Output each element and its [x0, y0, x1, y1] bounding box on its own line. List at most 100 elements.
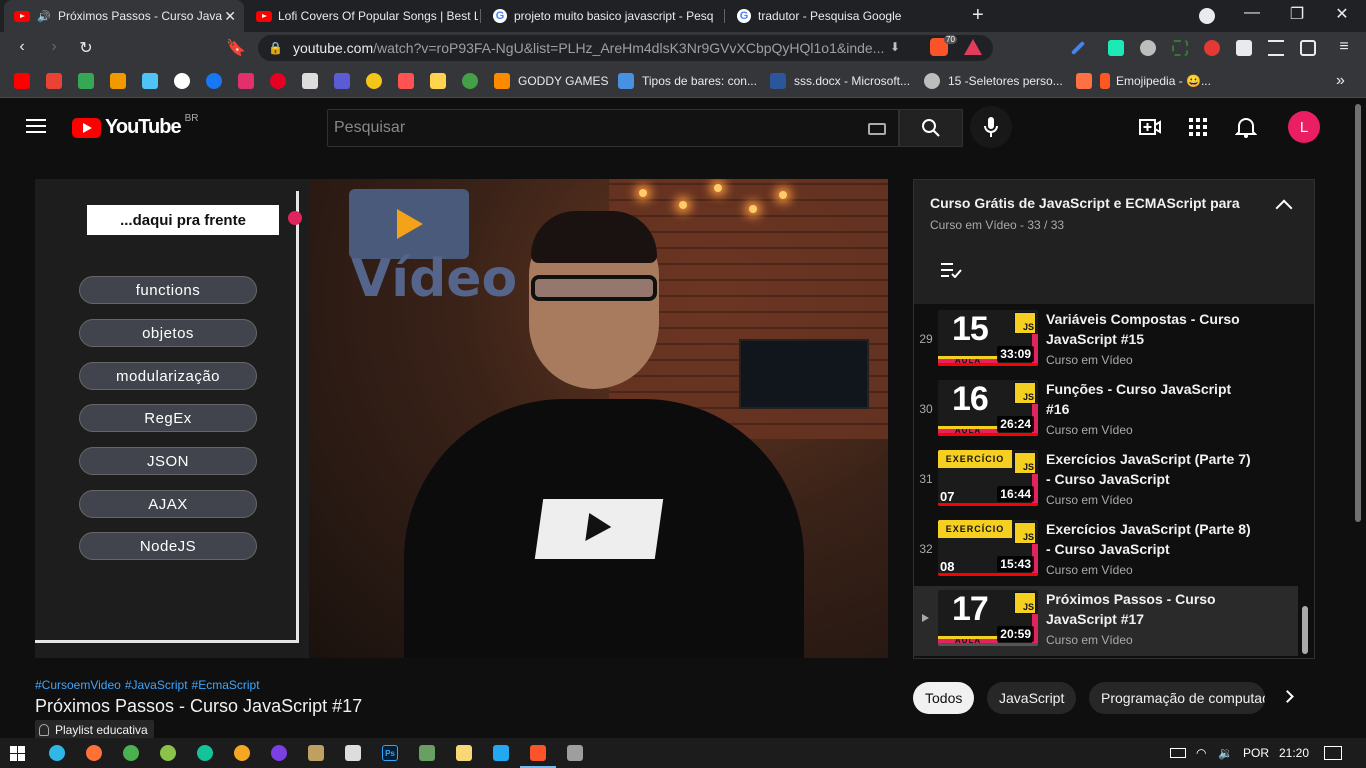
tab-search-icon[interactable] [1199, 8, 1215, 24]
close-tab-icon[interactable]: ✕ [224, 8, 236, 25]
bookmark-emojipedia[interactable]: Emojipedia - 😀... [1100, 72, 1211, 90]
playlist-item-thumbnail[interactable]: 16 AULA JS 26:24 [938, 380, 1038, 436]
hashtag-link[interactable]: #JavaScript [125, 678, 188, 692]
playlist-item[interactable]: 32 EXERCÍCIO 08 JS 15:43 Exercícios Java… [914, 516, 1298, 586]
bookmark-store[interactable] [110, 72, 134, 90]
bookmark-folder[interactable] [430, 72, 454, 90]
bookmark-instagram[interactable] [238, 72, 262, 90]
language-indicator[interactable]: POR [1243, 746, 1269, 760]
video-extension-icon[interactable] [1204, 40, 1220, 56]
photoshop-icon[interactable]: Ps [382, 745, 398, 761]
edge-icon[interactable] [49, 745, 65, 761]
playlist-title[interactable]: Curso Grátis de JavaScript e ECMAScript … [930, 195, 1240, 211]
vine-icon[interactable] [160, 745, 176, 761]
vscode-icon[interactable] [493, 745, 509, 761]
restore-icon[interactable]: ❐ [1285, 4, 1309, 24]
more-bookmarks-icon[interactable]: » [1336, 72, 1345, 90]
create-video-icon[interactable] [1139, 116, 1161, 138]
bookmark-goddy-games[interactable]: GODDY GAMES [494, 72, 608, 90]
apps-grid-icon[interactable] [1187, 116, 1209, 138]
playlist-item[interactable]: 30 16 AULA JS 26:24 Funções - Curso Java… [914, 376, 1298, 446]
bookmark-icon[interactable]: 🔖 [226, 38, 246, 58]
forward-icon[interactable]: › [44, 38, 64, 56]
tab-lofi[interactable]: Lofi Covers Of Popular Songs | Best Lofi [246, 0, 478, 32]
close-window-icon[interactable]: ✕ [1330, 4, 1354, 24]
bookmark-youtube[interactable] [14, 72, 38, 90]
bookmark-drive[interactable] [78, 72, 102, 90]
bookmark-github[interactable] [174, 72, 198, 90]
playlist-item-thumbnail[interactable]: 15 AULA JS 33:09 [938, 310, 1038, 366]
windows-start-icon[interactable] [10, 746, 25, 761]
tab-google-search-tradutor[interactable]: G tradutor - Pesquisa Google [726, 0, 962, 32]
capture-extension-icon[interactable] [1172, 40, 1188, 56]
file-explorer-icon[interactable] [456, 745, 472, 761]
educational-playlist-badge[interactable]: Playlist educativa [35, 720, 154, 740]
bookmark-seletores[interactable]: 15 -Seletores perso... [924, 72, 1063, 90]
install-app-icon[interactable]: ⬇ [890, 40, 900, 54]
chip-todos[interactable]: Todos [913, 682, 975, 714]
search-input[interactable]: Pesquisar [327, 109, 899, 147]
mascot-icon[interactable] [567, 745, 583, 761]
battery-icon[interactable] [1170, 748, 1186, 758]
bookmark-badge[interactable] [1076, 72, 1100, 90]
chrome-icon[interactable] [123, 745, 139, 761]
wallet-icon[interactable] [1300, 40, 1316, 56]
browser-menu-icon[interactable]: ≡ [1334, 38, 1354, 56]
chip-programacao[interactable]: Programação de computadores [1089, 682, 1265, 714]
bookmark-terminal[interactable] [302, 72, 326, 90]
bookmark-gmail[interactable] [46, 72, 70, 90]
dino-extension-icon[interactable] [1108, 40, 1124, 56]
github-desktop-icon[interactable] [271, 745, 287, 761]
bookmark-tipos-de-bares[interactable]: Tipos de bares: con... [618, 72, 757, 90]
world-icon[interactable] [234, 745, 250, 761]
brave-icon[interactable] [520, 745, 556, 768]
media-controls-icon[interactable] [1268, 40, 1284, 56]
playlist-item-thumbnail[interactable]: 17 AULA JS 20:59 [938, 590, 1038, 646]
volume-icon[interactable]: 🔉 [1218, 746, 1233, 760]
chevron-right-icon[interactable] [1281, 690, 1294, 703]
notifications-bell-icon[interactable] [1235, 116, 1257, 138]
game-icon[interactable] [308, 745, 324, 761]
bookmark-sss-docx[interactable]: sss.docx - Microsoft... [770, 72, 910, 90]
reload-icon[interactable]: ↻ [76, 38, 96, 58]
playlist-item[interactable]: 31 EXERCÍCIO 07 JS 16:44 Exercícios Java… [914, 446, 1298, 516]
bookmark-facebook[interactable] [206, 72, 230, 90]
audio-playing-icon[interactable]: 🔊 [36, 8, 52, 24]
bookmark-refresh[interactable] [462, 72, 486, 90]
playlist-item-thumbnail[interactable]: EXERCÍCIO 08 JS 15:43 [938, 520, 1038, 576]
new-tab-icon[interactable]: + [972, 4, 984, 27]
search-button[interactable] [899, 109, 963, 147]
page-scrollbar[interactable] [1355, 104, 1361, 522]
firefox-icon[interactable] [86, 745, 102, 761]
avatar[interactable]: L [1288, 111, 1320, 143]
chip-javascript[interactable]: JavaScript [987, 682, 1077, 714]
pen-extension-icon[interactable] [1070, 40, 1086, 56]
notifications-icon[interactable] [1324, 746, 1342, 760]
lock-icon[interactable]: 🔒 [268, 41, 283, 55]
playlist-scrollbar[interactable] [1302, 606, 1308, 654]
menu-hamburger-icon[interactable] [26, 119, 46, 133]
bookmark-code[interactable] [334, 72, 358, 90]
wifi-icon[interactable]: ◠ [1196, 746, 1206, 760]
bookmark-pinterest[interactable] [270, 72, 294, 90]
collapse-playlist-icon[interactable] [1275, 199, 1293, 217]
tab-google-search-projeto[interactable]: G projeto muito basico javascript - Pesq… [482, 0, 722, 32]
video-player[interactable]: ...daqui pra frente functions objetos mo… [35, 179, 888, 658]
alien-icon[interactable] [345, 745, 361, 761]
hashtag-link[interactable]: #EcmaScript [192, 678, 260, 692]
save-playlist-icon[interactable] [940, 262, 962, 278]
extensions-puzzle-icon[interactable] [1236, 40, 1252, 56]
node-icon[interactable] [419, 745, 435, 761]
gear-extension-icon[interactable] [1140, 40, 1156, 56]
bookmark-download[interactable] [398, 72, 422, 90]
address-bar[interactable]: 🔒 youtube.com /watch?v=roP93FA-NgU&list=… [258, 35, 993, 61]
youtube-logo[interactable]: YouTube BR [72, 113, 198, 139]
clock[interactable]: 21:20 [1279, 746, 1309, 760]
bookmark-smile[interactable] [366, 72, 390, 90]
grammarly-icon[interactable] [197, 745, 213, 761]
back-icon[interactable]: ‹ [12, 38, 32, 56]
tab-youtube-current[interactable]: 🔊 Próximos Passos - Curso JavaScript #17… [4, 0, 244, 32]
hashtag-link[interactable]: #CursoemVideo [35, 678, 121, 692]
playlist-item-current[interactable]: 17 AULA JS 20:59 Próximos Passos - Curso… [914, 586, 1298, 656]
keyboard-icon[interactable] [868, 123, 886, 135]
